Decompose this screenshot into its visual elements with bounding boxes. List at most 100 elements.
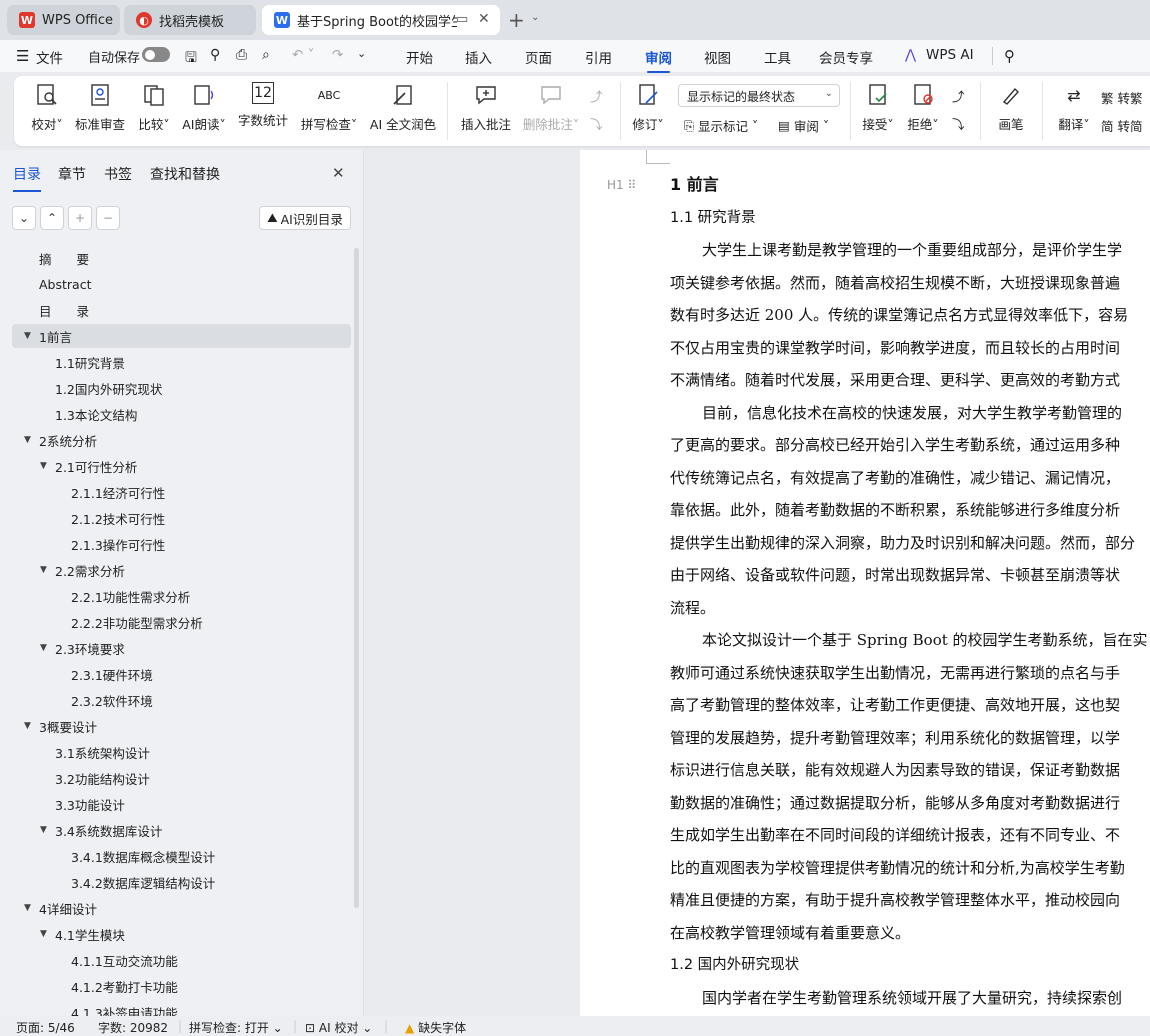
menu-wps-ai[interactable]: WPS AI [926, 47, 974, 63]
undo-icon[interactable]: ↶ ˅ [292, 47, 314, 63]
menu-member[interactable]: 会员专享 [819, 47, 873, 67]
search-icon[interactable]: ⚲ [1004, 47, 1015, 65]
collapse-arrow-icon[interactable]: ▼ [40, 929, 47, 939]
toc-item[interactable]: 2.1.3操作可行性 [12, 532, 351, 556]
promote-icon[interactable]: + [68, 206, 92, 230]
hamburger-icon[interactable]: ☰ [16, 47, 29, 65]
to-traditional-button[interactable]: 繁转繁 [1101, 88, 1143, 107]
prev-comment-icon[interactable]: ⤴ [590, 86, 603, 105]
new-tab-icon[interactable]: + [508, 8, 525, 32]
translate-button[interactable]: ⇄ 翻译˅ [1052, 82, 1096, 133]
toc-item[interactable]: 摘 要 [12, 246, 351, 270]
ai-read-button[interactable]: AI朗读˅ [180, 82, 228, 133]
toc-item[interactable]: 1.2国内外研究现状 [12, 376, 351, 400]
toc-item[interactable]: 4.1.1互动交流功能 [12, 948, 351, 972]
menu-file[interactable]: 文件 [36, 47, 63, 67]
toc-item[interactable]: 1.1研究背景 [12, 350, 351, 374]
collapse-arrow-icon[interactable]: ▼ [40, 643, 47, 653]
share-icon[interactable]: ⚲ [210, 47, 220, 63]
toc-item[interactable]: 2.2.1功能性需求分析 [12, 584, 351, 608]
toc-item[interactable]: ▼ 1前言 [12, 324, 351, 348]
chevron-down-icon[interactable]: ⌄ [531, 12, 539, 23]
menu-home[interactable]: 开始 [406, 47, 433, 67]
menu-review[interactable]: 审阅 [645, 47, 672, 73]
accept-button[interactable]: 接受˅ [860, 82, 896, 133]
collapse-arrow-icon[interactable]: ▼ [24, 721, 31, 731]
next-change-icon[interactable]: ⤵ [952, 114, 965, 133]
toc-item[interactable]: ▼ 3概要设计 [12, 714, 351, 738]
collapse-arrow-icon[interactable]: ▼ [24, 331, 31, 341]
standard-review-button[interactable]: 标准审查 [74, 82, 126, 133]
toc-item[interactable]: 2.3.1硬件环境 [12, 662, 351, 686]
toc-item[interactable]: ▼ 2.2需求分析 [12, 558, 351, 582]
menu-tools[interactable]: 工具 [764, 47, 791, 67]
menu-page[interactable]: 页面 [525, 47, 552, 67]
print-icon[interactable]: ⎙ [236, 47, 247, 63]
document-page[interactable]: H1 ⠿ 1 前言 1.1 研究背景 大学生上课考勤是教学管理的一个重要组成部分，是… [580, 150, 1150, 1016]
toc-item[interactable]: 2.2.2非功能型需求分析 [12, 610, 351, 634]
pen-button[interactable]: 画笔 [996, 82, 1026, 133]
page-indicator[interactable]: 页面: 5/46 [16, 1019, 75, 1036]
save-icon[interactable]: 🖫 [185, 47, 197, 71]
ai-toc-button[interactable]: ⛰ AI识别目录 [259, 206, 351, 230]
toc-item[interactable]: 3.4.2数据库逻辑结构设计 [12, 870, 351, 894]
toc-item[interactable]: 2.1.2技术可行性 [12, 506, 351, 530]
toc-item[interactable]: ▼ 4详细设计 [12, 896, 351, 920]
toc-item[interactable]: ▼ 3.4系统数据库设计 [12, 818, 351, 842]
word-count-status[interactable]: 字数: 20982 [98, 1019, 168, 1036]
tab-bookmarks[interactable]: 书签 [104, 164, 132, 184]
tab-wps-office[interactable]: W WPS Office [7, 5, 120, 35]
collapse-all-icon[interactable]: ⌃ [40, 206, 64, 230]
delete-comment-button[interactable]: 删除批注˅ [520, 82, 582, 133]
toc-item[interactable]: ▼ 2系统分析 [12, 428, 351, 452]
tab-toc[interactable]: 目录 [13, 164, 41, 192]
close-tab-icon[interactable]: ✕ [478, 11, 490, 27]
next-comment-icon[interactable]: ⤵ [590, 114, 603, 133]
nav-scrollbar[interactable] [354, 248, 359, 908]
expand-all-icon[interactable]: ⌄ [12, 206, 36, 230]
toc-item[interactable]: 3.2功能结构设计 [12, 766, 351, 790]
toc-item[interactable]: 4.1.2考勤打卡功能 [12, 974, 351, 998]
toc-item[interactable]: 目 录 [12, 298, 351, 322]
ai-check-status[interactable]: ⊡ AI 校对 ⌄ [305, 1019, 372, 1036]
word-count-button[interactable]: 12 字数统计 [238, 82, 288, 129]
review-pane-button[interactable]: ▤ 审阅 ˅ [778, 116, 829, 135]
redo-icon[interactable]: ↷ [332, 47, 343, 63]
more-chevron-icon[interactable]: ⌄ [357, 47, 366, 60]
prev-change-icon[interactable]: ⤴ [952, 86, 965, 105]
proofread-button[interactable]: 校对˅ [30, 82, 64, 133]
missing-font-status[interactable]: ▲ 缺失字体 [405, 1019, 466, 1036]
collapse-arrow-icon[interactable]: ▼ [40, 825, 47, 835]
spell-check-status[interactable]: 拼写检查: 打开 ⌄ [189, 1019, 283, 1036]
reject-button[interactable]: 拒绝˅ [905, 82, 941, 133]
menu-insert[interactable]: 插入 [465, 47, 492, 67]
tab-docer-templates[interactable]: ◐ 找稻壳模板 [124, 5, 256, 35]
ai-polish-button[interactable]: AI 全文润色 [369, 82, 437, 133]
heading-handle-icon[interactable]: H1 ⠿ [607, 178, 636, 192]
toc-item[interactable]: 3.4.1数据库概念模型设计 [12, 844, 351, 868]
toc-item[interactable]: 3.3功能设计 [12, 792, 351, 816]
toc-item[interactable]: ▼ 2.3环境要求 [12, 636, 351, 660]
insert-comment-button[interactable]: 插入批注 [460, 82, 512, 133]
toc-item[interactable]: ▼ 2.1可行性分析 [12, 454, 351, 478]
toc-item[interactable]: 1.3本论文结构 [12, 402, 351, 426]
collapse-arrow-icon[interactable]: ▼ [24, 903, 31, 913]
collapse-arrow-icon[interactable]: ▼ [24, 435, 31, 445]
toc-item[interactable]: 3.1系统架构设计 [12, 740, 351, 764]
revise-button[interactable]: 修订˅ [628, 82, 668, 133]
spell-check-button[interactable]: ABC 拼写检查˅ [298, 82, 360, 133]
toc-item[interactable]: ▼ 4.1学生模块 [12, 922, 351, 946]
close-pane-icon[interactable]: ✕ [332, 164, 345, 182]
show-markup-button[interactable]: ⎘ 显示标记 ˅ [684, 116, 758, 135]
window-icon[interactable]: ▭ [456, 12, 468, 27]
print-preview-icon[interactable]: ⌕ [262, 47, 270, 63]
to-simplified-button[interactable]: 简转简 [1101, 116, 1143, 135]
collapse-arrow-icon[interactable]: ▼ [40, 565, 47, 575]
menu-references[interactable]: 引用 [585, 47, 612, 67]
tab-chapters[interactable]: 章节 [58, 164, 86, 184]
compare-button[interactable]: 比较˅ [134, 82, 174, 133]
toc-item[interactable]: Abstract [12, 272, 351, 296]
tab-find-replace[interactable]: 查找和替换 [150, 164, 220, 184]
toc-item[interactable]: 2.1.1经济可行性 [12, 480, 351, 504]
toc-item[interactable]: 2.3.2软件环境 [12, 688, 351, 712]
